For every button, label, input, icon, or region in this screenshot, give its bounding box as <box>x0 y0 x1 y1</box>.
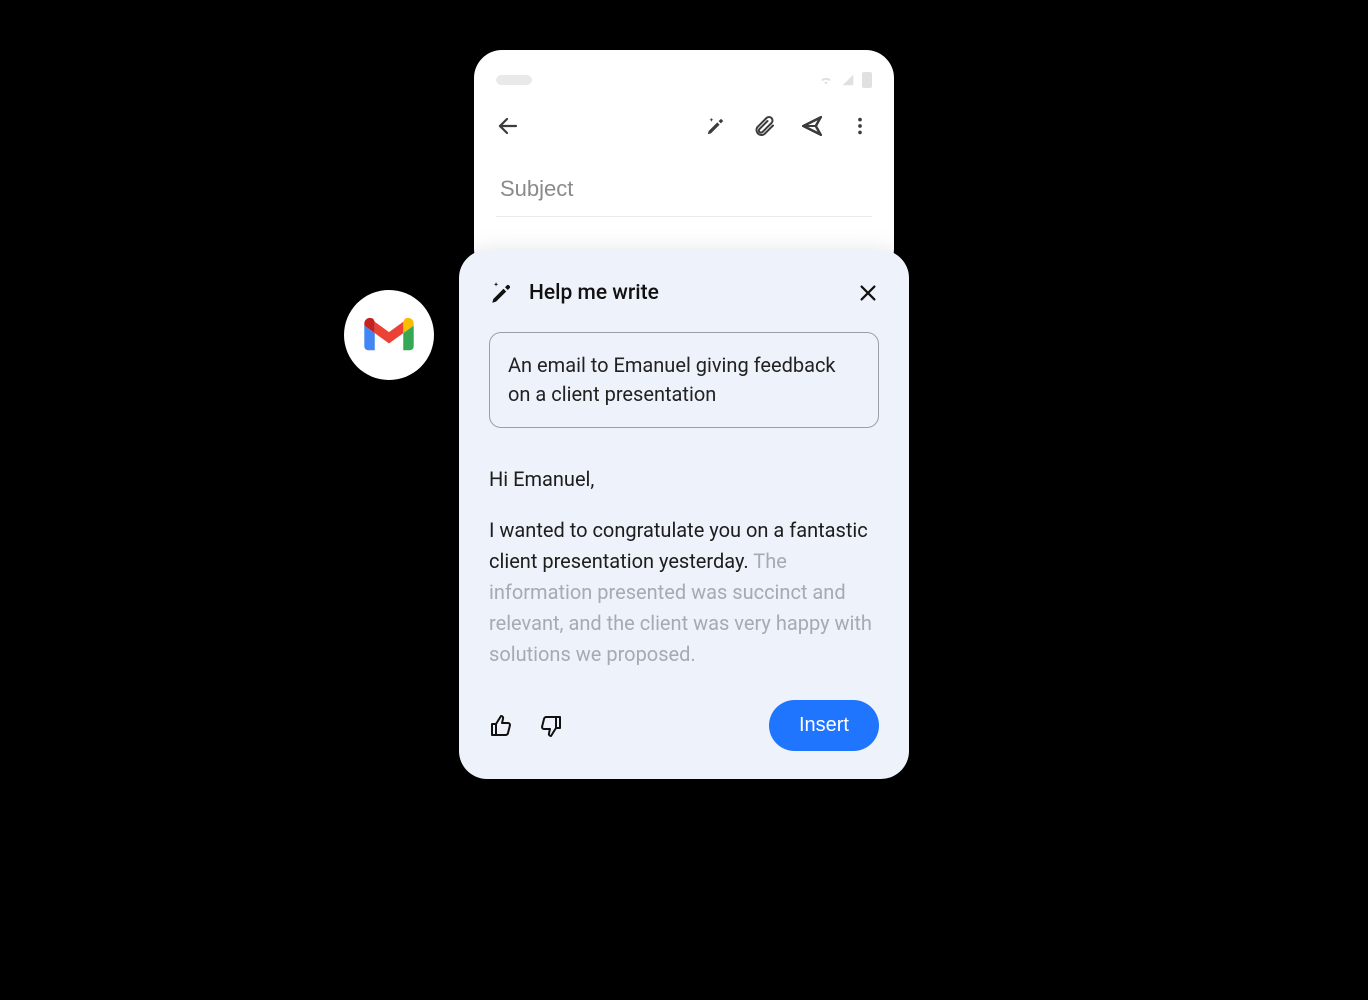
gmail-logo-icon <box>364 316 414 354</box>
compose-toolbar <box>496 108 872 144</box>
close-button[interactable] <box>857 282 879 304</box>
back-button[interactable] <box>496 114 520 138</box>
gmail-badge <box>344 290 434 380</box>
more-button[interactable] <box>848 114 872 138</box>
back-arrow-icon <box>496 113 520 139</box>
magic-pen-icon <box>489 280 515 306</box>
draft-greeting: Hi Emanuel, <box>489 464 879 495</box>
send-button[interactable] <box>800 114 824 138</box>
wifi-icon <box>818 73 834 87</box>
magic-pen-icon <box>705 115 727 137</box>
cellular-signal-icon <box>840 73 856 87</box>
subject-input[interactable] <box>496 166 872 217</box>
battery-icon <box>862 72 872 88</box>
attachment-icon <box>752 114 776 138</box>
help-me-write-panel: Help me write An email to Emanuel giving… <box>459 250 909 779</box>
status-icons <box>818 72 872 88</box>
insert-button[interactable]: Insert <box>769 700 879 751</box>
thumbs-down-icon <box>539 713 563 739</box>
panel-title: Help me write <box>529 281 659 305</box>
phone-grip-icon <box>496 75 532 85</box>
more-vertical-icon <box>849 115 871 137</box>
attachment-button[interactable] <box>752 114 776 138</box>
magic-write-button[interactable] <box>704 114 728 138</box>
draft-body-strong: I wanted to congratulate you on a fantas… <box>489 518 868 573</box>
thumbs-up-icon <box>489 713 513 739</box>
send-icon <box>800 113 824 139</box>
thumbs-down-button[interactable] <box>539 714 563 738</box>
draft-output: Hi Emanuel, I wanted to congratulate you… <box>489 464 879 670</box>
close-icon <box>857 282 879 304</box>
prompt-input[interactable]: An email to Emanuel giving feedback on a… <box>489 332 879 428</box>
thumbs-up-button[interactable] <box>489 714 513 738</box>
compose-window <box>474 50 894 277</box>
status-bar <box>496 70 872 90</box>
